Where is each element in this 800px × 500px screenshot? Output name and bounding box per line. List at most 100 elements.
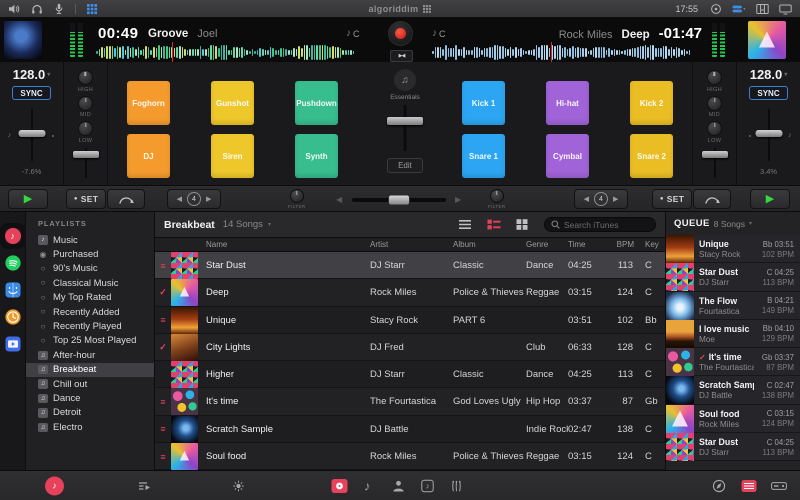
queue-item-star-dust[interactable]: Star DustDJ StarrC 04:25113 BPM [666, 433, 800, 461]
column-header-genre[interactable]: Genre [526, 240, 568, 249]
sample-pad-hi-hat[interactable]: Hi-hat [546, 81, 589, 125]
deck-a-volume-fader[interactable] [71, 148, 101, 178]
sidebar-item-purchased[interactable]: ◉Purchased [26, 247, 154, 261]
display-icon[interactable] [779, 3, 792, 15]
loop-increase-icon[interactable]: ▶ [206, 195, 211, 203]
search-input[interactable] [564, 220, 649, 230]
deck-a-play-button[interactable]: ▶ [8, 189, 48, 209]
sidebar-item-dance[interactable]: ♫Dance [26, 391, 154, 405]
sample-pad-kick-1[interactable]: Kick 1 [462, 81, 505, 125]
deck-b-loop-length[interactable]: 4 [594, 192, 608, 206]
table-row-city-lights[interactable]: ✓City LightsDJ FredClub06:33128C [155, 334, 665, 361]
edit-button[interactable]: Edit [387, 158, 423, 173]
deck-a-filter-knob[interactable] [290, 189, 304, 203]
column-header-artist[interactable]: Artist [370, 240, 453, 249]
deck-b-pitch-slider[interactable]: ♪ [747, 109, 791, 161]
sidebar-item-music[interactable]: ♪Music [26, 233, 154, 247]
deck-b-filter-knob[interactable] [490, 189, 504, 203]
deck-a-waveform[interactable] [96, 45, 358, 60]
view-detail-icon[interactable] [487, 219, 501, 230]
table-row-it-s-time[interactable]: ≡It's timeThe FourtasticaGod Loves UglyH… [155, 388, 665, 415]
tab-songs-icon[interactable]: ♪ [364, 478, 371, 493]
tab-genres-icon[interactable] [450, 479, 463, 492]
column-header-time[interactable]: Time [568, 240, 608, 249]
sampler-volume-slider[interactable] [386, 105, 424, 151]
source-itunes-icon[interactable]: ♪ [5, 228, 21, 244]
deck-b-eq-high-knob[interactable] [707, 70, 722, 85]
column-header-key[interactable]: Key [642, 240, 665, 249]
sidebar-item-chill-out[interactable]: ♫Chill out [26, 377, 154, 391]
sample-pad-dj[interactable]: DJ [127, 134, 170, 178]
deck-a-eq-low-knob[interactable] [78, 121, 93, 136]
pitch-slider-handle[interactable] [755, 130, 782, 137]
queue-item-it-s-time[interactable]: ✓It's timeThe FourtasticaGb 03:3787 BPM [666, 348, 800, 376]
sidebar-item-electro[interactable]: ♫Electro [26, 420, 154, 434]
deck-a-cue-set-button[interactable]: ●SET [66, 189, 106, 209]
tab-artists-icon[interactable] [392, 479, 405, 492]
deck-b-eq-mid-knob[interactable] [707, 96, 722, 111]
sampler-volume-handle[interactable] [387, 117, 423, 125]
table-row-star-dust[interactable]: ≡Star DustDJ StarrClassicDance04:25113C [155, 252, 665, 279]
deck-a-pitch-slider[interactable]: ♪ [10, 109, 54, 161]
deck-b-eq-low-knob[interactable] [707, 121, 722, 136]
crossfader-handle[interactable] [388, 195, 410, 206]
tab-playlists-icon[interactable]: ♪ [421, 479, 434, 492]
deck-b-cue-jump-button[interactable] [693, 189, 731, 209]
queue-item-star-dust[interactable]: Star DustDJ StarrC 04:25113 BPM [666, 263, 800, 291]
deck-b-cue-set-button[interactable]: ●SET [652, 189, 692, 209]
queue-item-scratch-sample[interactable]: Scratch SampleDJ BattleC 02:47138 BPM [666, 376, 800, 404]
loop-increase-icon[interactable]: ▶ [613, 195, 618, 203]
crossfader[interactable] [352, 198, 446, 202]
table-row-scratch-sample[interactable]: ≡Scratch SampleDJ BattleIndie Rock02:471… [155, 416, 665, 443]
volume-icon[interactable] [8, 3, 21, 15]
source-history-icon[interactable] [5, 309, 21, 325]
hardware-icon[interactable] [771, 480, 787, 492]
sidebar-item-after-hour[interactable]: ♫After-hour [26, 348, 154, 362]
sidebar-item-90-s-music[interactable]: ○90's Music [26, 262, 154, 276]
deck-a-cue-jump-button[interactable] [107, 189, 145, 209]
sample-pad-pushdown[interactable]: Pushdown [295, 81, 338, 125]
queue-item-unique[interactable]: UniqueStacy RockBb 03:51102 BPM [666, 235, 800, 263]
sample-pad-siren[interactable]: Siren [211, 134, 254, 178]
deck-b-bpm[interactable]: 128.0▾ [750, 67, 788, 82]
queue-item-the-flow[interactable]: The FlowFourtasticaB 04:21149 BPM [666, 292, 800, 320]
pitch-slider-handle[interactable] [18, 130, 45, 137]
volume-fader-handle[interactable] [73, 151, 99, 158]
sample-pad-foghorn[interactable]: Foghorn [127, 81, 170, 125]
sample-pad-snare-1[interactable]: Snare 1 [462, 134, 505, 178]
column-header-bpm[interactable]: BPM [608, 240, 642, 249]
sample-pad-gunshot[interactable]: Gunshot [211, 81, 254, 125]
sidebar-item-recently-played[interactable]: ○Recently Played [26, 319, 154, 333]
chevron-down-icon[interactable]: ▾ [749, 220, 752, 227]
column-header-name[interactable]: Name [201, 240, 370, 249]
deck-b-sync-button[interactable]: SYNC [749, 86, 787, 100]
table-row-unique[interactable]: ≡UniqueStacy RockPART 603:51102Bb [155, 307, 665, 334]
source-files-icon[interactable] [5, 282, 21, 298]
sidebar-item-recently-added[interactable]: ○Recently Added [26, 305, 154, 319]
search-box[interactable] [544, 217, 656, 232]
queue-item-soul-food[interactable]: Soul foodRock MilesC 03:15124 BPM [666, 405, 800, 433]
view-layout-icon[interactable] [732, 3, 746, 15]
loop-decrease-icon[interactable]: ◀ [177, 195, 182, 203]
sample-pack-icon[interactable]: ♫ [394, 69, 416, 91]
source-spotify-icon[interactable] [5, 255, 21, 271]
column-header-album[interactable]: Album [453, 240, 526, 249]
pads-grid-icon[interactable] [86, 3, 98, 15]
sidebar-item-top-25-most-played[interactable]: ○Top 25 Most Played [26, 334, 154, 348]
browse-compass-icon[interactable] [712, 479, 726, 493]
column-header-row[interactable]: NameArtistAlbumGenreTimeBPMKey [155, 238, 665, 252]
itunes-source-icon[interactable]: ♪ [45, 476, 64, 495]
sample-pad-snare-2[interactable]: Snare 2 [630, 134, 673, 178]
table-row-soul-food[interactable]: ≡Soul foodRock MilesPolice & ThievesRegg… [155, 443, 665, 470]
sidebar-item-classical-music[interactable]: ○Classical Music [26, 276, 154, 290]
deck-a-eq-high-knob[interactable] [78, 70, 93, 85]
playlist-title[interactable]: Breakbeat [164, 219, 215, 231]
deck-a-loop-control[interactable]: ◀ 4 ▶ [167, 189, 221, 209]
chevron-down-icon[interactable]: ▾ [268, 221, 271, 228]
view-grid-icon[interactable] [516, 219, 528, 230]
deck-a-eq-mid-knob[interactable] [78, 96, 93, 111]
deck-a-bpm[interactable]: 128.0▾ [13, 67, 51, 82]
table-row-deep[interactable]: ✓DeepRock MilesPolice & ThievesReggae03:… [155, 279, 665, 306]
deck-a-loop-length[interactable]: 4 [187, 192, 201, 206]
transition-icon[interactable]: ▶◀ [390, 50, 413, 62]
